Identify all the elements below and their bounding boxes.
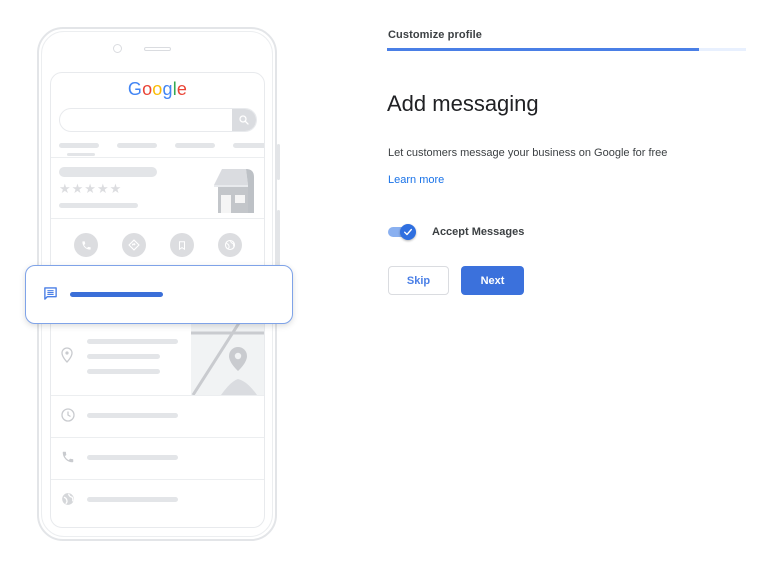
address-line-placeholder xyxy=(87,369,160,374)
logo-letter: g xyxy=(162,79,173,99)
bookmark-icon xyxy=(170,233,194,257)
progress-fill xyxy=(387,48,700,51)
next-button[interactable]: Next xyxy=(461,266,524,295)
google-logo: Google xyxy=(51,79,264,100)
phone-side-button xyxy=(277,144,280,180)
divider xyxy=(51,157,264,158)
category-placeholder xyxy=(59,203,138,208)
phone-icon xyxy=(74,233,98,257)
website-icon xyxy=(218,233,242,257)
progress-bar xyxy=(387,48,746,51)
messaging-highlight-card xyxy=(25,265,293,324)
search-icon xyxy=(232,109,256,131)
phone-side-button xyxy=(277,210,280,270)
learn-more-link[interactable]: Learn more xyxy=(388,174,444,186)
directions-icon xyxy=(122,233,146,257)
mock-search-box xyxy=(59,108,257,132)
tab-placeholder xyxy=(117,143,157,148)
globe-icon xyxy=(62,493,74,505)
message-placeholder-bar xyxy=(70,292,163,297)
website-placeholder xyxy=(87,497,178,502)
hours-placeholder xyxy=(87,413,178,418)
divider xyxy=(51,437,264,438)
step-label: Customize profile xyxy=(388,29,482,41)
phone-camera xyxy=(113,44,122,53)
active-tab-indicator xyxy=(67,153,95,156)
rating-stars: ★★★★★ xyxy=(59,181,123,196)
logo-letter: o xyxy=(152,79,163,99)
storefront-icon xyxy=(214,169,254,213)
location-pin-icon xyxy=(61,347,73,363)
logo-letter: G xyxy=(127,79,143,99)
skip-button[interactable]: Skip xyxy=(388,266,449,295)
address-line-placeholder xyxy=(87,339,178,344)
logo-letter: e xyxy=(176,79,188,99)
accept-messages-toggle[interactable] xyxy=(387,224,417,240)
map-thumbnail xyxy=(191,323,264,395)
accept-messages-label: Accept Messages xyxy=(432,226,525,238)
logo-letter: o xyxy=(142,79,153,99)
toggle-knob xyxy=(400,224,416,240)
description: Let customers message your business on G… xyxy=(388,147,668,159)
divider xyxy=(51,218,264,219)
divider xyxy=(51,395,264,396)
checkmark-icon xyxy=(404,228,412,236)
phone-speaker xyxy=(144,47,171,51)
clock-icon xyxy=(61,408,75,422)
message-icon xyxy=(44,287,57,300)
tab-placeholder xyxy=(233,143,264,148)
address-line-placeholder xyxy=(87,354,160,359)
page-title: Add messaging xyxy=(387,91,539,116)
business-name-placeholder xyxy=(59,167,157,177)
tab-placeholder xyxy=(59,143,99,148)
divider xyxy=(51,479,264,480)
phone-icon xyxy=(62,451,74,463)
tab-placeholder xyxy=(175,143,215,148)
phone-number-placeholder xyxy=(87,455,178,460)
